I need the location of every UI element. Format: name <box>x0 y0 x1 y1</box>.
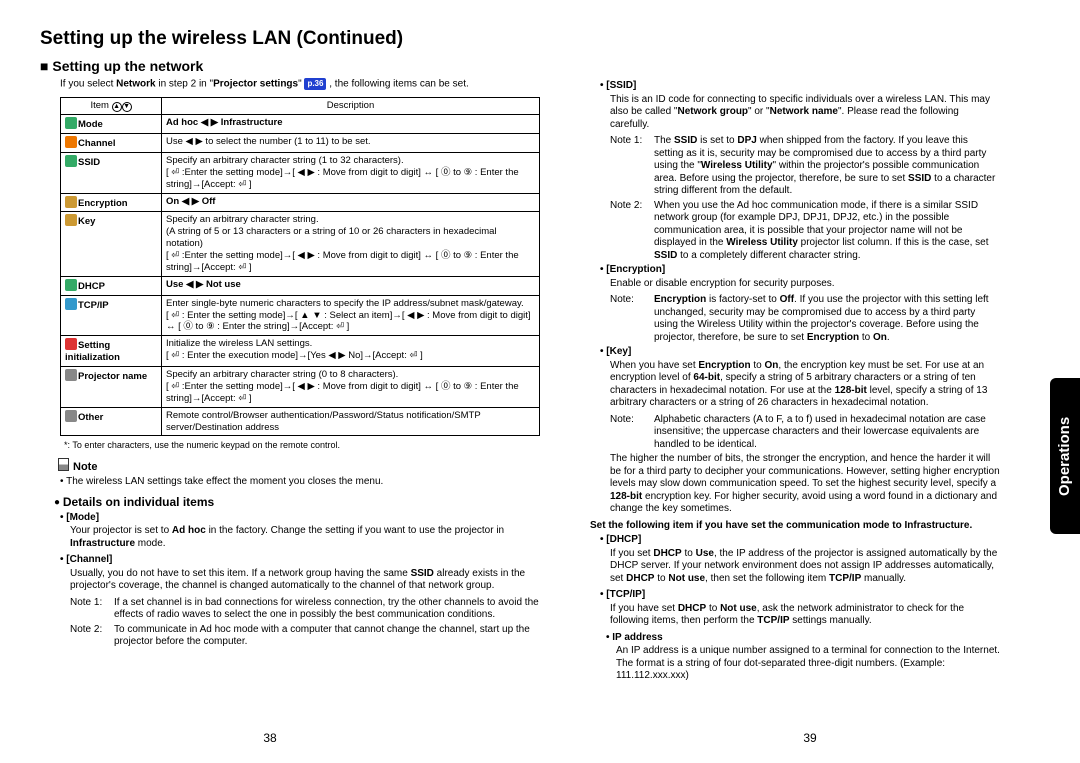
table-row: DHCPUse ◀ ▶ Not use <box>61 276 540 295</box>
table-row: OtherRemote control/Browser authenticati… <box>61 407 540 436</box>
other-icon <box>65 410 77 422</box>
table-row: Projector nameSpecify an arbitrary chara… <box>61 367 540 408</box>
encryption-icon <box>65 196 77 208</box>
page-numbers: 38 39 <box>0 731 1080 745</box>
infrastructure-note: Set the following item if you have set t… <box>590 520 1000 533</box>
details-heading: Details on individual items <box>54 495 540 510</box>
detail-item: [Key]When you have set Encryption to On,… <box>600 346 1000 516</box>
detail-item: [Channel]Usually, you do not have to set… <box>60 554 540 649</box>
intro-text: If you select Network in step 2 in "Proj… <box>60 78 540 91</box>
detail-item: [Encryption]Enable or disable encryption… <box>600 264 1000 344</box>
projector-icon <box>65 369 77 381</box>
detail-item: [Mode]Your projector is set to Ad hoc in… <box>60 512 540 551</box>
table-row: ModeAd hoc ◀ ▶ Infrastructure <box>61 115 540 134</box>
table-row: KeySpecify an arbitrary character string… <box>61 212 540 276</box>
table-row: TCP/IPEnter single-byte numeric characte… <box>61 295 540 336</box>
page-title: Setting up the wireless LAN (Continued) <box>40 28 1000 50</box>
left-column: If you select Network in step 2 in "Proj… <box>40 78 540 687</box>
right-column: [SSID]This is an ID code for connecting … <box>580 78 1000 687</box>
detail-item: [TCP/IP]If you have set DHCP to Not use,… <box>600 589 1000 683</box>
page-ref-badge: p.36 <box>304 78 326 90</box>
channel-icon <box>65 136 77 148</box>
table-footnote: *: To enter characters, use the numeric … <box>64 440 540 451</box>
page-number-left: 38 <box>0 731 540 745</box>
table-row: Setting initializationInitialize the wir… <box>61 336 540 367</box>
mode-icon <box>65 117 77 129</box>
init-icon <box>65 338 77 350</box>
section-heading: Setting up the network <box>40 58 1000 74</box>
table-row: SSIDSpecify an arbitrary character strin… <box>61 152 540 193</box>
page-number-right: 39 <box>540 731 1080 745</box>
note-heading: Note <box>58 458 540 475</box>
table-row: ChannelUse ◀ ▶ to select the number (1 t… <box>61 134 540 153</box>
detail-item: [DHCP]If you set DHCP to Use, the IP add… <box>600 534 1000 585</box>
tcpip-icon <box>65 298 77 310</box>
dhcp-icon <box>65 279 77 291</box>
note-text: • The wireless LAN settings take effect … <box>60 476 540 489</box>
detail-item: [SSID]This is an ID code for connecting … <box>600 80 1000 262</box>
side-tab-operations: Operations <box>1050 378 1080 534</box>
down-icon: ▼ <box>122 102 132 112</box>
table-row: EncryptionOn ◀ ▶ Off <box>61 193 540 212</box>
ssid-icon <box>65 155 77 167</box>
settings-table: Item ▲▼ Description ModeAd hoc ◀ ▶ Infra… <box>60 97 540 436</box>
key-icon <box>65 214 77 226</box>
up-icon: ▲ <box>112 102 122 112</box>
